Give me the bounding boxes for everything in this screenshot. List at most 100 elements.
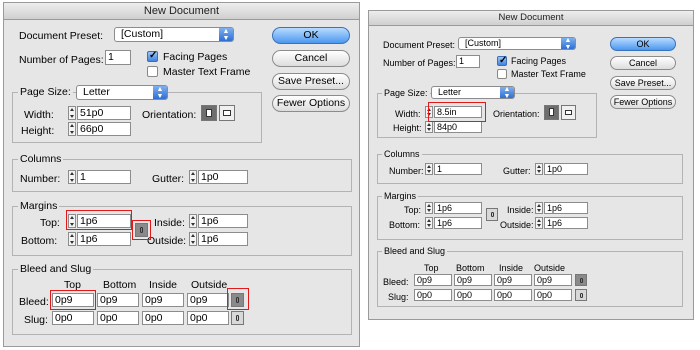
width-label: Width: (24, 109, 54, 121)
height-label: Height: (393, 123, 422, 133)
bleed-top-field[interactable]: 0p9 (414, 274, 452, 286)
page-size-select[interactable]: Letter ▲ ▼ (431, 86, 515, 99)
select-arrow-icon: ▲ ▼ (153, 86, 167, 99)
highlight-width (428, 102, 486, 122)
save-preset-button[interactable]: Save Preset... (272, 73, 350, 90)
slug-outside-field[interactable]: 0p0 (534, 289, 572, 301)
columns-number-field[interactable]: 1 (77, 170, 131, 184)
margin-inside-spinner-icon[interactable] (189, 214, 197, 228)
portrait-orientation-icon[interactable] (201, 105, 217, 121)
margin-bottom-field[interactable]: 1p6 (434, 217, 482, 229)
page-size-select[interactable]: Letter ▲ ▼ (76, 85, 168, 100)
select-arrow-icon: ▲ ▼ (219, 28, 233, 41)
master-text-frame-checkbox[interactable] (147, 66, 158, 77)
height-spinner-icon[interactable] (425, 121, 433, 133)
fewer-options-button[interactable]: Fewer Options (610, 95, 676, 109)
margins-title: Margins (382, 191, 419, 201)
margin-top-field[interactable]: 1p6 (434, 202, 482, 214)
slug-row-label: Slug: (388, 292, 409, 302)
bleed-outside-field[interactable]: 0p9 (187, 293, 229, 307)
number-of-pages-field[interactable]: 1 (456, 55, 480, 68)
gutter-spinner-icon[interactable] (189, 170, 197, 184)
margin-inside-spinner-icon[interactable] (535, 202, 543, 214)
master-text-frame-label: Master Text Frame (163, 66, 251, 78)
facing-pages-checkbox[interactable] (497, 55, 507, 66)
portrait-orientation-icon[interactable] (544, 105, 559, 120)
new-document-dialog-left: New Document Document Preset: [Custom] ▲… (3, 2, 360, 347)
margin-outside-label: Outside: (147, 235, 187, 247)
margin-inside-field[interactable]: 1p6 (544, 202, 588, 214)
cancel-button[interactable]: Cancel (610, 56, 676, 70)
columns-number-label: Number: (20, 173, 61, 185)
select-arrow-icon: ▲ ▼ (500, 87, 514, 98)
margin-bottom-spinner-icon[interactable] (425, 217, 433, 229)
slug-bottom-field[interactable]: 0p0 (454, 289, 492, 301)
margins-group (377, 196, 683, 240)
slug-top-field[interactable]: 0p0 (52, 311, 94, 325)
chain-link-icon[interactable] (575, 274, 587, 286)
slug-inside-field[interactable]: 0p0 (142, 311, 184, 325)
page-size-label: Page Size: (382, 88, 430, 98)
height-spinner-icon[interactable] (68, 122, 76, 136)
document-preset-select[interactable]: [Custom] ▲ ▼ (458, 37, 576, 50)
columns-title: Columns (18, 153, 64, 165)
facing-pages-label: Facing Pages (163, 51, 228, 63)
slug-bottom-field[interactable]: 0p0 (97, 311, 139, 325)
document-preset-value: [Custom] (121, 28, 164, 40)
slug-outside-field[interactable]: 0p0 (187, 311, 229, 325)
dialog-title-bar: New Document (369, 11, 693, 26)
columns-number-field[interactable]: 1 (434, 163, 482, 175)
margin-inside-field[interactable]: 1p6 (198, 214, 248, 228)
margin-bottom-spinner-icon[interactable] (68, 232, 76, 246)
highlight-margin-top (66, 210, 132, 230)
number-of-pages-field[interactable]: 1 (105, 50, 131, 65)
bleed-header-bottom: Bottom (456, 263, 485, 273)
select-arrow-icon: ▲ ▼ (561, 38, 575, 49)
bleed-inside-field[interactable]: 0p9 (142, 293, 184, 307)
bleed-slug-title: Bleed and Slug (382, 246, 448, 256)
margin-bottom-field[interactable]: 1p6 (77, 232, 131, 246)
master-text-frame-checkbox[interactable] (497, 69, 507, 79)
gutter-spinner-icon[interactable] (535, 163, 543, 175)
orientation-label: Orientation: (142, 109, 197, 121)
margin-top-spinner-icon[interactable] (425, 202, 433, 214)
slug-top-field[interactable]: 0p0 (414, 289, 452, 301)
gutter-field[interactable]: 1p0 (198, 170, 248, 184)
bleed-inside-field[interactable]: 0p9 (494, 274, 532, 286)
chain-link-icon[interactable] (231, 311, 244, 325)
bleed-bottom-field[interactable]: 0p9 (97, 293, 139, 307)
document-preset-select[interactable]: [Custom] ▲ ▼ (114, 27, 234, 42)
save-preset-button[interactable]: Save Preset... (610, 76, 676, 90)
height-field[interactable]: 84p0 (434, 121, 482, 133)
fewer-options-button[interactable]: Fewer Options (272, 95, 350, 112)
chain-link-icon[interactable] (486, 208, 498, 221)
bleed-bottom-field[interactable]: 0p9 (454, 274, 492, 286)
columns-number-spinner-icon[interactable] (425, 163, 433, 175)
bleed-row-label: Bleed: (19, 296, 49, 308)
width-spinner-icon[interactable] (68, 106, 76, 120)
columns-number-spinner-icon[interactable] (68, 170, 76, 184)
margin-outside-spinner-icon[interactable] (535, 217, 543, 229)
margin-outside-field[interactable]: 1p6 (544, 217, 588, 229)
columns-title: Columns (382, 149, 422, 159)
ok-button[interactable]: OK (272, 27, 350, 44)
width-field[interactable]: 51p0 (77, 106, 131, 120)
height-field[interactable]: 66p0 (77, 122, 131, 136)
landscape-orientation-icon[interactable] (561, 105, 576, 120)
ok-button[interactable]: OK (610, 37, 676, 51)
gutter-field[interactable]: 1p0 (544, 163, 588, 175)
landscape-orientation-icon[interactable] (219, 105, 235, 121)
facing-pages-checkbox[interactable] (147, 50, 158, 62)
bleed-outside-field[interactable]: 0p9 (534, 274, 572, 286)
margin-outside-spinner-icon[interactable] (189, 232, 197, 246)
chain-link-icon[interactable] (575, 289, 587, 301)
gutter-label: Gutter: (152, 173, 185, 185)
cancel-button[interactable]: Cancel (272, 50, 350, 67)
number-of-pages-label: Number of Pages: (19, 54, 104, 66)
dialog-title: New Document (143, 5, 220, 17)
margin-top-label: Top: (404, 205, 422, 215)
margin-outside-field[interactable]: 1p6 (198, 232, 248, 246)
slug-inside-field[interactable]: 0p0 (494, 289, 532, 301)
margins-group (12, 206, 352, 256)
orientation-label: Orientation: (493, 109, 540, 119)
